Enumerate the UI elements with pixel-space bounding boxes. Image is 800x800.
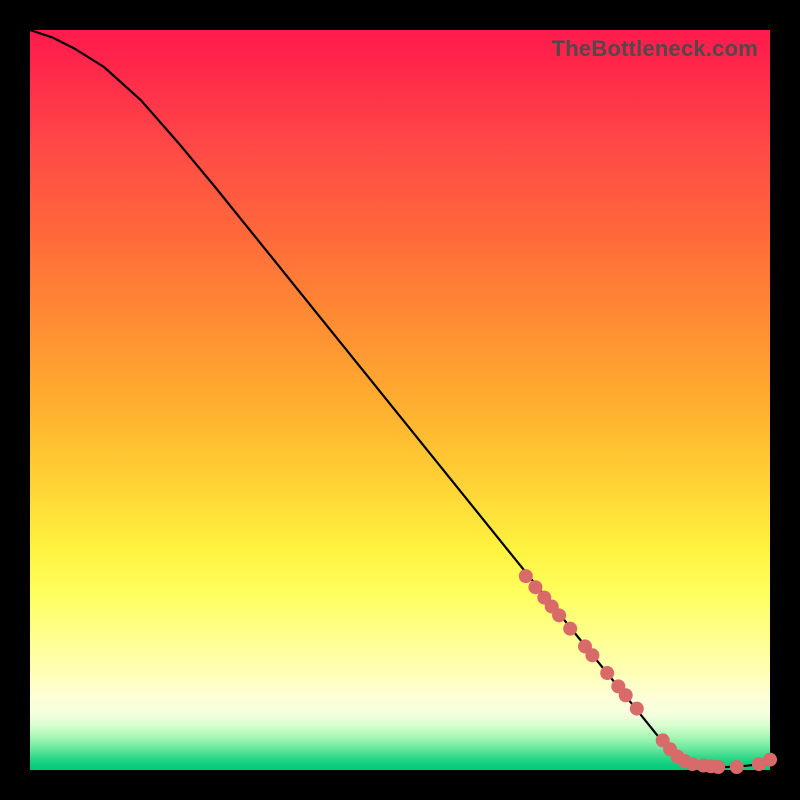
chart-frame: TheBottleneck.com [0, 0, 800, 800]
chart-overlay [30, 30, 770, 770]
data-marker [763, 753, 777, 767]
data-marker [730, 760, 744, 774]
data-marker [711, 760, 725, 774]
plot-area: TheBottleneck.com [30, 30, 770, 770]
bottleneck-curve [30, 30, 770, 767]
data-marker [619, 688, 633, 702]
marker-group [519, 569, 777, 774]
data-marker [519, 569, 533, 583]
data-marker [563, 622, 577, 636]
data-marker [552, 608, 566, 622]
data-marker [630, 702, 644, 716]
data-marker [585, 648, 599, 662]
data-marker [600, 666, 614, 680]
